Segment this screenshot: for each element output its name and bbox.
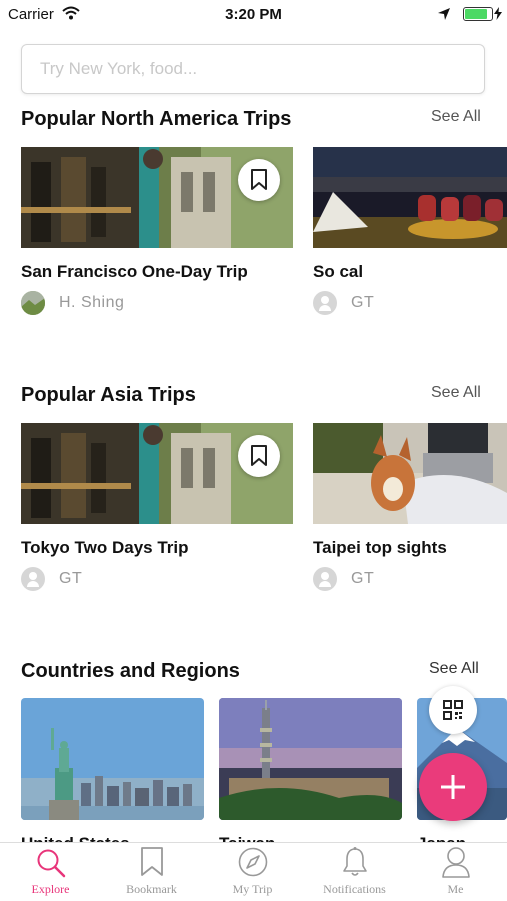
bookmark-icon: [251, 169, 267, 190]
trip-card-title[interactable]: San Francisco One-Day Trip: [21, 262, 248, 282]
tab-label: Bookmark: [126, 882, 177, 896]
avatar-photo: [21, 291, 45, 315]
tab-explore[interactable]: Explore: [0, 843, 101, 901]
trip-card-title[interactable]: Tokyo Two Days Trip: [21, 538, 189, 558]
location-arrow-icon: [438, 8, 450, 20]
tab-label: My Trip: [232, 882, 273, 896]
dog-laptop-photo: [313, 423, 507, 524]
tab-notifications[interactable]: Notifications: [304, 843, 405, 901]
bell-icon: [343, 847, 367, 876]
region-label[interactable]: Taiwan: [219, 834, 402, 842]
region-label[interactable]: United States: [21, 834, 204, 842]
section-title-asia: Popular Asia Trips: [21, 384, 196, 406]
bookmark-icon: [251, 445, 267, 466]
trip-card-image[interactable]: [21, 147, 293, 248]
person-icon: [442, 847, 470, 878]
tab-label: Notifications: [323, 882, 386, 896]
see-all-regions-link[interactable]: See All: [429, 660, 479, 678]
trip-card-image[interactable]: [21, 423, 293, 524]
status-bar: Carrier 3:20 PM: [0, 0, 507, 30]
trip-card-title[interactable]: So cal: [313, 262, 363, 282]
statue-of-liberty-photo: [21, 698, 204, 820]
bookmark-button[interactable]: [238, 159, 280, 201]
battery-icon: [463, 7, 493, 21]
plus-icon: [441, 775, 465, 799]
charging-bolt-icon: [494, 7, 502, 20]
author-name[interactable]: GT: [351, 294, 374, 312]
tab-bookmark[interactable]: Bookmark: [101, 843, 202, 901]
avatar[interactable]: [313, 291, 337, 315]
see-all-north-america-link[interactable]: See All: [431, 108, 481, 126]
tab-label: Explore: [31, 882, 70, 896]
region-card[interactable]: [21, 698, 204, 820]
author-name[interactable]: GT: [351, 570, 374, 588]
bookmark-icon: [141, 847, 163, 876]
tab-me[interactable]: Me: [405, 843, 506, 901]
section-title-regions: Countries and Regions: [21, 660, 240, 682]
clock: 3:20 PM: [225, 6, 282, 23]
tab-label: Me: [447, 882, 464, 896]
tab-bar: Explore Bookmark My Trip Notifications M…: [0, 842, 507, 901]
campfire-photo: [313, 147, 507, 248]
trip-card-image[interactable]: [313, 147, 507, 248]
search-icon: [37, 849, 66, 878]
bookmark-button[interactable]: [238, 435, 280, 477]
region-card[interactable]: [219, 698, 402, 820]
compass-icon: [238, 847, 268, 877]
search-input[interactable]: [22, 45, 484, 93]
avatar[interactable]: [21, 291, 45, 315]
section-title-north-america: Popular North America Trips: [21, 108, 292, 130]
author-name[interactable]: H. Shing: [59, 294, 124, 312]
author-name[interactable]: GT: [59, 570, 82, 588]
see-all-asia-link[interactable]: See All: [431, 384, 481, 402]
search-bar[interactable]: [21, 44, 485, 94]
trip-card-title[interactable]: Taipei top sights: [313, 538, 447, 558]
region-label[interactable]: Japan: [417, 834, 507, 842]
taipei-101-photo: [219, 698, 402, 820]
qr-scan-button[interactable]: [429, 686, 477, 734]
add-trip-button[interactable]: [419, 753, 487, 821]
trip-card-image[interactable]: [313, 423, 507, 524]
avatar[interactable]: [21, 567, 45, 591]
qr-code-icon: [443, 700, 463, 720]
tab-my-trip[interactable]: My Trip: [202, 843, 303, 901]
avatar[interactable]: [313, 567, 337, 591]
